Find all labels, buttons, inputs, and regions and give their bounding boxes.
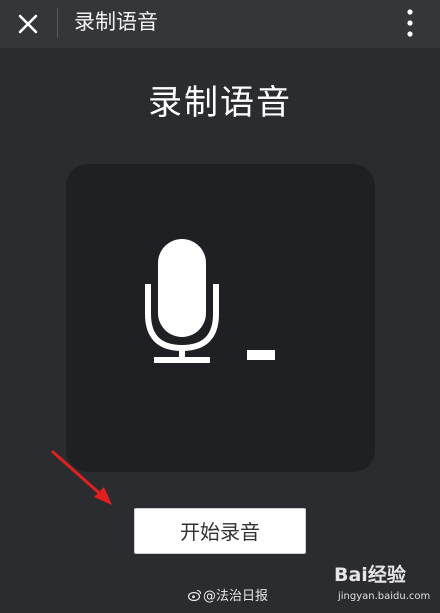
- annotation-arrow-icon: [51, 450, 112, 505]
- close-icon: [18, 14, 38, 34]
- record-voice-screen: 录制语音 录制语音 开始录音 @法治日报 Bai经验 jingyan.baidu…: [0, 0, 440, 613]
- microphone-graphic: [145, 239, 275, 363]
- more-vertical-icon: [407, 9, 413, 37]
- watermark-url: jingyan.baidu.com: [338, 591, 431, 602]
- source-credit: @法治日报: [188, 588, 268, 606]
- baidu-jingyan-watermark: Bai经验 jingyan.baidu.com: [334, 562, 438, 610]
- recording-panel: [66, 164, 375, 472]
- title-divider: [57, 8, 58, 38]
- topbar-title: 录制语音: [74, 10, 158, 34]
- source-text: @法治日报: [203, 589, 269, 604]
- microphone-icon: [145, 239, 219, 363]
- more-options-button[interactable]: [398, 6, 422, 40]
- page-title: 录制语音: [148, 83, 292, 123]
- top-bar: 录制语音: [0, 0, 440, 48]
- text-cursor-icon: [247, 350, 275, 360]
- watermark-logo: Bai经验: [334, 564, 406, 586]
- weibo-icon: [188, 589, 202, 601]
- close-button[interactable]: [12, 8, 44, 40]
- start-recording-button[interactable]: 开始录音: [134, 508, 306, 554]
